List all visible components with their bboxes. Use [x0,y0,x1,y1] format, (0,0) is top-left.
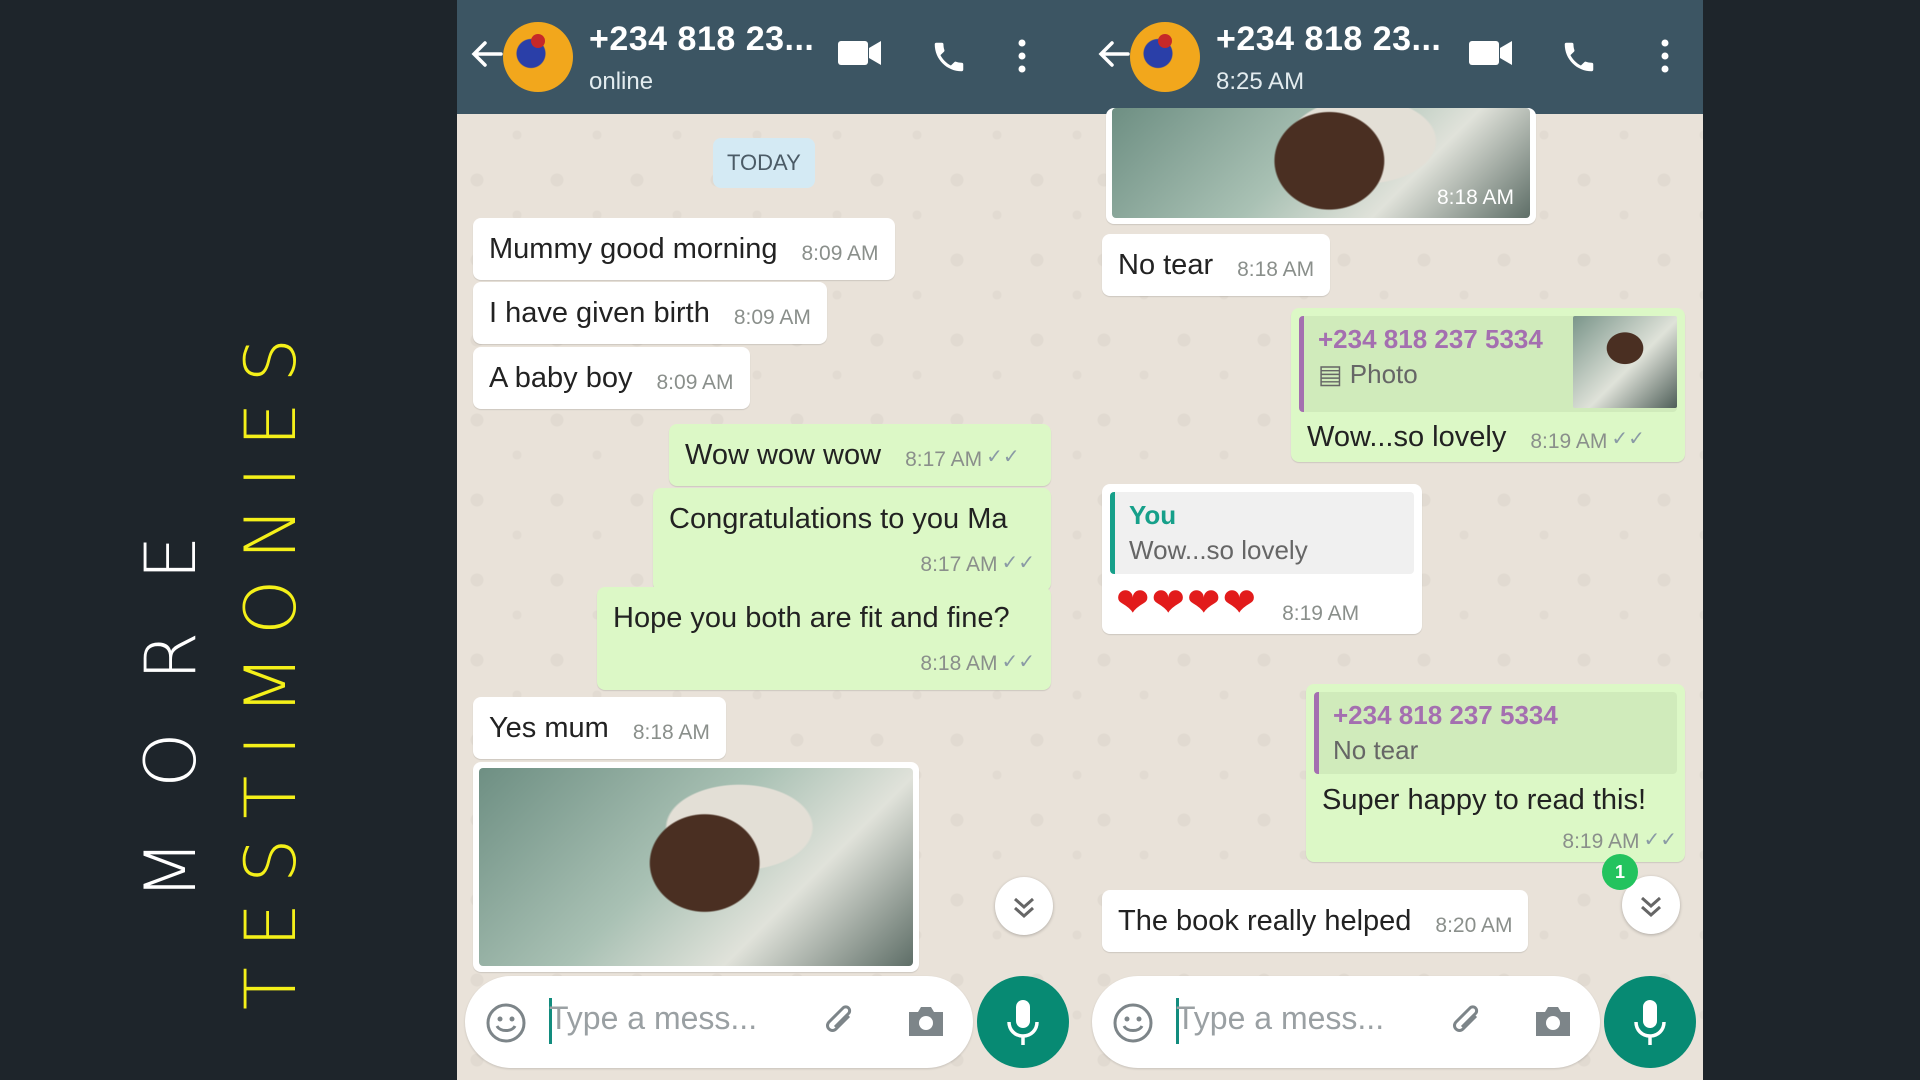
message-text: Super happy to read this! [1322,784,1647,816]
more-options-icon[interactable] [1660,38,1670,74]
attach-icon[interactable] [821,1002,861,1042]
message-time: 8:17 AM [905,447,983,471]
quote-text: No tear [1333,735,1419,765]
camera-icon[interactable] [905,1002,947,1040]
message-bubble[interactable]: Mummy good morning 8:09 AM [473,218,895,280]
title-testimonies: TESTIMONIES [230,318,312,1010]
mic-icon [1007,1000,1039,1045]
quote-text-label: Photo [1349,359,1418,389]
message-bubble-outgoing[interactable]: Wow wow wow 8:17 AM ✓✓ [669,424,1051,486]
emoji-icon[interactable] [1112,1002,1154,1044]
double-check-icon: ✓✓ [1001,650,1035,673]
chat-screen-left: +234 818 23... online TODAY Mummy good m… [457,0,1084,1080]
message-time: 8:19 AM [1562,830,1640,853]
contact-name[interactable]: +234 818 23... [589,20,814,59]
mic-icon [1634,1000,1666,1045]
quote-author: +234 818 237 5334 [1333,700,1558,730]
chat-header: +234 818 23... online [457,0,1084,114]
message-text: I have given birth [489,296,710,329]
message-time: 8:09 AM [656,370,734,394]
attach-icon[interactable] [1448,1002,1488,1042]
quoted-message[interactable]: +234 818 237 5334 ▤ Photo [1299,316,1677,412]
message-bubble[interactable]: A baby boy 8:09 AM [473,347,750,409]
quoted-message[interactable]: +234 818 237 5334 No tear [1314,692,1677,774]
message-time: 8:19 AM [1282,602,1360,625]
quote-author: You [1129,500,1177,530]
message-time: 8:09 AM [801,241,879,265]
message-text: Wow wow wow [685,438,882,471]
vertical-title: MORE TESTIMONIES [130,110,330,1010]
more-options-icon[interactable] [1017,38,1027,74]
double-check-icon: ✓✓ [1001,551,1035,574]
phone-call-icon[interactable] [1560,38,1598,76]
message-input[interactable]: Type a mess... [1176,1000,1384,1037]
mic-button[interactable] [1604,976,1696,1068]
message-text: Congratulations to you Ma [669,502,1008,535]
message-input[interactable]: Type a mess... [549,1000,757,1037]
date-chip: TODAY [713,138,815,188]
unread-count-badge: 1 [1602,854,1638,890]
chat-header: +234 818 23... 8:25 AM [1084,0,1703,114]
double-chevron-down-icon [1014,897,1034,919]
message-time: 8:18 AM [920,651,998,675]
message-time: 8:17 AM [920,552,998,576]
back-arrow-icon[interactable] [1094,34,1134,74]
message-bubble[interactable]: Yes mum 8:18 AM [473,697,726,759]
contact-status: 8:25 AM [1216,68,1305,95]
photo-icon: ▤ [1318,359,1350,389]
emoji-icon[interactable] [485,1002,527,1044]
double-check-icon: ✓✓ [1611,428,1645,450]
message-time: 8:19 AM [1530,429,1608,453]
title-more: MORE [130,483,212,900]
avatar[interactable] [503,22,573,92]
message-bubble-outgoing[interactable]: Congratulations to you Ma 8:17 AM ✓✓ [653,488,1051,591]
message-time: 8:18 AM [1237,257,1315,281]
message-bubble-outgoing[interactable]: +234 818 237 5334 No tear Super happy to… [1306,684,1685,862]
video-call-icon[interactable] [837,38,883,68]
photo-message[interactable]: 8:18 AM [1106,108,1536,224]
message-text: Hope you both are fit and fine? [613,601,1010,634]
message-text: The book really helped [1118,904,1412,937]
message-input-bar[interactable]: Type a mess... [1092,976,1600,1068]
mic-button[interactable] [977,976,1069,1068]
message-bubble[interactable]: I have given birth 8:09 AM [473,282,827,344]
camera-icon[interactable] [1532,1002,1574,1040]
message-text: Yes mum [489,711,609,744]
message-input-bar[interactable]: Type a mess... [465,976,973,1068]
scroll-to-bottom-button[interactable] [995,877,1053,935]
quoted-message[interactable]: You Wow...so lovely [1110,492,1414,574]
baby-photo [479,768,913,966]
message-bubble[interactable]: You Wow...so lovely ❤❤❤❤ 8:19 AM [1102,484,1422,634]
chat-screen-right: +234 818 23... 8:25 AM 8:18 AM No tear 8:… [1084,0,1703,1080]
quote-text: Wow...so lovely [1129,535,1308,565]
message-text: No tear [1118,248,1214,281]
message-time: 8:09 AM [733,305,811,329]
message-time: 8:18 AM [632,720,710,744]
baby-photo: 8:18 AM [1112,108,1530,218]
message-text: A baby boy [489,361,633,394]
quote-thumbnail [1573,316,1677,408]
message-bubble-outgoing[interactable]: +234 818 237 5334 ▤ Photo Wow...so lovel… [1291,308,1685,462]
message-bubble-outgoing[interactable]: Hope you both are fit and fine? 8:18 AM ✓… [597,587,1051,690]
back-arrow-icon[interactable] [467,34,507,74]
message-time: 8:20 AM [1435,913,1513,937]
photo-message[interactable] [473,762,919,972]
message-text: Wow...so lovely [1307,420,1507,453]
contact-status: online [589,68,654,95]
hearts-emoji: ❤❤❤❤ [1116,581,1259,625]
message-text: Mummy good morning [489,232,778,265]
double-check-icon: ✓✓ [986,446,1020,468]
message-bubble[interactable]: No tear 8:18 AM [1102,234,1331,296]
message-bubble[interactable]: The book really helped 8:20 AM [1102,890,1529,952]
contact-name[interactable]: +234 818 23... [1216,20,1441,59]
phone-call-icon[interactable] [930,38,968,76]
double-check-icon: ✓✓ [1643,829,1677,851]
video-call-icon[interactable] [1468,38,1514,68]
photo-time: 8:18 AM [1436,186,1514,209]
avatar[interactable] [1130,22,1200,92]
